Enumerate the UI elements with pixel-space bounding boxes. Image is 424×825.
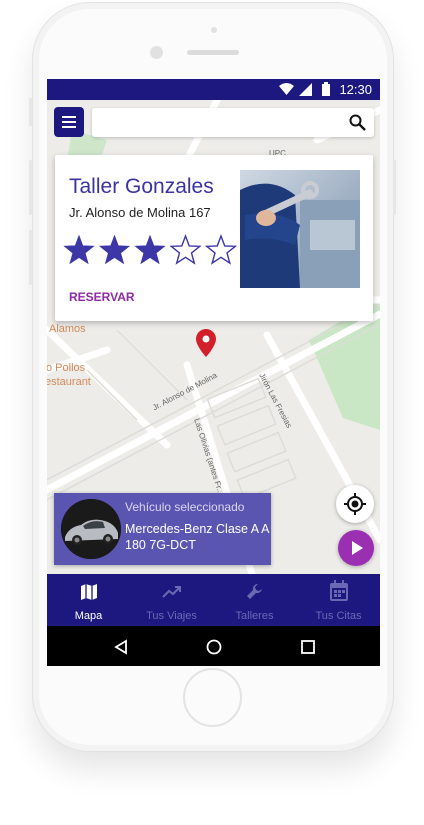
wrench-icon	[246, 584, 262, 599]
phone-speaker	[187, 50, 239, 55]
system-navigation-bar	[47, 626, 380, 666]
phone-camera	[150, 46, 163, 59]
nav-label: Mapa	[74, 610, 103, 622]
nav-item-mapa[interactable]: Mapa	[47, 574, 130, 626]
phone-volume-down-button	[29, 230, 32, 285]
phone-sensor	[211, 27, 217, 33]
star-filled-icon[interactable]	[134, 234, 166, 265]
back-icon[interactable]	[113, 639, 129, 655]
wifi-icon	[279, 83, 294, 95]
star-empty-icon[interactable]	[169, 234, 202, 265]
map-icon	[80, 584, 97, 600]
app-screen: 12:30 Alamos o Pollos estaurant Jr. Alon…	[47, 79, 380, 666]
nav-label: Talleres	[235, 610, 274, 622]
phone-volume-up-button	[29, 160, 32, 215]
star-filled-icon[interactable]	[63, 234, 95, 265]
map-pin-icon[interactable]	[196, 329, 216, 357]
nav-item-talleres[interactable]: Talleres	[213, 574, 296, 626]
my-location-icon	[344, 493, 366, 515]
phone-home-button[interactable]	[183, 668, 242, 727]
my-location-button[interactable]	[336, 485, 374, 523]
vehicle-photo	[61, 499, 121, 559]
workshop-name: Taller Gonzales	[69, 175, 214, 198]
rating-stars	[61, 233, 241, 274]
start-trip-button[interactable]	[338, 530, 374, 566]
star-empty-icon[interactable]	[204, 234, 238, 265]
nav-item-tus-citas[interactable]: Tus Citas	[297, 574, 380, 626]
selected-vehicle-card[interactable]: Vehículo seleccionado Mercedes-Benz Clas…	[54, 493, 271, 565]
search-icon[interactable]	[349, 114, 366, 131]
vehicle-name: Mercedes-Benz Clase A A 180 7G-DCT	[125, 522, 269, 552]
battery-icon	[322, 82, 330, 96]
map-place-label: o Pollos	[47, 362, 86, 374]
menu-icon	[62, 116, 76, 118]
status-bar: 12:30	[47, 79, 380, 100]
status-time: 12:30	[339, 82, 372, 97]
bottom-navigation: Mapa Tus Viajes Talleres Tus Citas	[47, 574, 380, 626]
calendar-icon	[329, 580, 348, 601]
nav-label: Tus Citas	[315, 610, 362, 622]
nav-label: Tus Viajes	[146, 610, 197, 622]
play-icon	[352, 541, 363, 555]
home-icon[interactable]	[206, 639, 222, 655]
workshop-photo	[240, 170, 360, 288]
workshop-card[interactable]: Taller Gonzales Jr. Alonso de Molina 167…	[55, 155, 373, 321]
menu-button[interactable]	[54, 107, 84, 137]
workshop-address: Jr. Alonso de Molina 167	[69, 205, 211, 220]
signal-icon	[299, 83, 312, 96]
recents-icon[interactable]	[300, 639, 316, 655]
search-input[interactable]	[92, 108, 374, 137]
reserve-button[interactable]: RESERVAR	[69, 290, 135, 304]
map-place-label: Alamos	[49, 323, 86, 335]
phone-power-button	[393, 160, 396, 215]
nav-item-tus-viajes[interactable]: Tus Viajes	[130, 574, 213, 626]
star-filled-icon[interactable]	[98, 234, 131, 265]
map-place-label: estaurant	[47, 376, 91, 388]
phone-side-button	[29, 98, 32, 126]
trending-icon	[161, 586, 181, 598]
vehicle-subtitle: Vehículo seleccionado	[125, 500, 245, 514]
